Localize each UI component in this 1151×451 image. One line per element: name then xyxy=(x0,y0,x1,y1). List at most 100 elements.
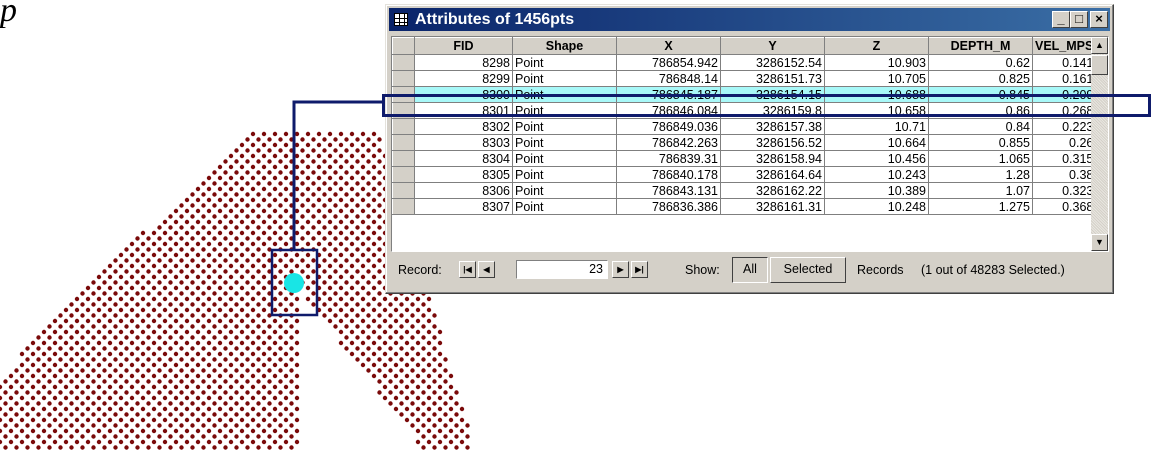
map-point[interactable] xyxy=(113,434,118,439)
map-point[interactable] xyxy=(443,401,448,406)
map-point[interactable] xyxy=(195,428,201,434)
map-point[interactable] xyxy=(371,208,377,214)
map-point[interactable] xyxy=(80,445,85,450)
map-point[interactable] xyxy=(140,362,146,368)
map-point[interactable] xyxy=(278,137,283,142)
map-point[interactable] xyxy=(118,439,124,445)
map-point[interactable] xyxy=(25,434,30,439)
map-point[interactable] xyxy=(366,236,371,241)
map-point[interactable] xyxy=(393,406,399,412)
map-point[interactable] xyxy=(371,252,377,258)
map-point[interactable] xyxy=(195,296,201,302)
map-point[interactable] xyxy=(239,219,245,225)
map-point[interactable] xyxy=(300,258,305,263)
map-point[interactable] xyxy=(366,368,371,373)
map-point[interactable] xyxy=(124,247,129,252)
map-point[interactable] xyxy=(338,274,344,280)
map-point[interactable] xyxy=(206,351,212,357)
map-point[interactable] xyxy=(151,263,157,269)
map-point[interactable] xyxy=(377,291,382,296)
map-point[interactable] xyxy=(256,269,261,274)
map-point[interactable] xyxy=(289,390,294,395)
scroll-thumb[interactable] xyxy=(1091,55,1108,75)
map-point[interactable] xyxy=(47,412,52,417)
map-point[interactable] xyxy=(333,324,338,329)
map-point[interactable] xyxy=(113,280,118,285)
map-point[interactable] xyxy=(366,170,371,175)
map-point[interactable] xyxy=(327,142,333,148)
map-point[interactable] xyxy=(261,153,267,159)
map-point[interactable] xyxy=(311,280,316,285)
map-point[interactable] xyxy=(179,203,184,208)
map-point[interactable] xyxy=(179,445,184,450)
map-point[interactable] xyxy=(355,258,360,263)
row-selector[interactable] xyxy=(392,182,415,199)
map-point[interactable] xyxy=(327,186,333,192)
map-point[interactable] xyxy=(344,225,349,230)
map-point[interactable] xyxy=(371,285,377,291)
map-point[interactable] xyxy=(239,307,245,313)
map-point[interactable] xyxy=(102,368,107,373)
map-point[interactable] xyxy=(36,412,41,417)
map-point[interactable] xyxy=(245,313,250,318)
map-point[interactable] xyxy=(201,225,206,230)
map-point[interactable] xyxy=(195,274,201,280)
map-point[interactable] xyxy=(91,401,96,406)
map-point[interactable] xyxy=(360,296,366,302)
map-point[interactable] xyxy=(80,335,85,340)
map-point[interactable] xyxy=(239,340,245,346)
map-point[interactable] xyxy=(421,401,426,406)
map-point[interactable] xyxy=(107,307,113,313)
map-point[interactable] xyxy=(432,324,437,329)
map-point[interactable] xyxy=(52,406,58,412)
map-point[interactable] xyxy=(118,329,124,335)
map-point[interactable] xyxy=(206,175,212,181)
map-point[interactable] xyxy=(278,214,283,219)
map-point[interactable] xyxy=(102,335,107,340)
map-point[interactable] xyxy=(124,280,129,285)
map-point[interactable] xyxy=(162,252,168,258)
map-point[interactable] xyxy=(179,313,184,318)
map-point[interactable] xyxy=(234,368,239,373)
map-point[interactable] xyxy=(80,324,85,329)
map-point[interactable] xyxy=(245,192,250,197)
map-point[interactable] xyxy=(349,197,355,203)
map-point[interactable] xyxy=(102,445,107,450)
map-point[interactable] xyxy=(217,329,223,335)
column-header-z[interactable]: Z xyxy=(824,37,929,55)
map-point[interactable] xyxy=(272,318,278,324)
map-point[interactable] xyxy=(250,131,256,137)
map-point[interactable] xyxy=(239,208,245,214)
map-point[interactable] xyxy=(272,384,278,390)
map-point[interactable] xyxy=(278,280,283,285)
map-point[interactable] xyxy=(404,351,410,357)
map-point[interactable] xyxy=(245,236,250,241)
map-point[interactable] xyxy=(355,357,360,362)
map-point[interactable] xyxy=(261,351,267,357)
map-point[interactable] xyxy=(124,434,129,439)
map-point[interactable] xyxy=(184,197,190,203)
map-point[interactable] xyxy=(36,357,41,362)
map-point[interactable] xyxy=(69,379,74,384)
map-point[interactable] xyxy=(267,192,272,197)
map-point[interactable] xyxy=(69,335,74,340)
map-point[interactable] xyxy=(85,384,91,390)
map-point[interactable] xyxy=(338,153,344,159)
map-point[interactable] xyxy=(377,236,382,241)
map-point[interactable] xyxy=(135,291,140,296)
map-point[interactable] xyxy=(157,225,162,230)
map-point[interactable] xyxy=(267,203,272,208)
map-point[interactable] xyxy=(69,390,74,395)
map-point[interactable] xyxy=(272,164,278,170)
map-point[interactable] xyxy=(360,274,366,280)
map-point[interactable] xyxy=(228,340,234,346)
map-point[interactable] xyxy=(129,351,135,357)
map-point[interactable] xyxy=(52,384,58,390)
map-point[interactable] xyxy=(426,340,432,346)
map-point[interactable] xyxy=(261,131,267,137)
map-point[interactable] xyxy=(272,307,278,313)
map-point[interactable] xyxy=(80,379,85,384)
map-point[interactable] xyxy=(283,395,289,401)
map-point[interactable] xyxy=(135,346,140,351)
map-point[interactable] xyxy=(41,428,47,434)
